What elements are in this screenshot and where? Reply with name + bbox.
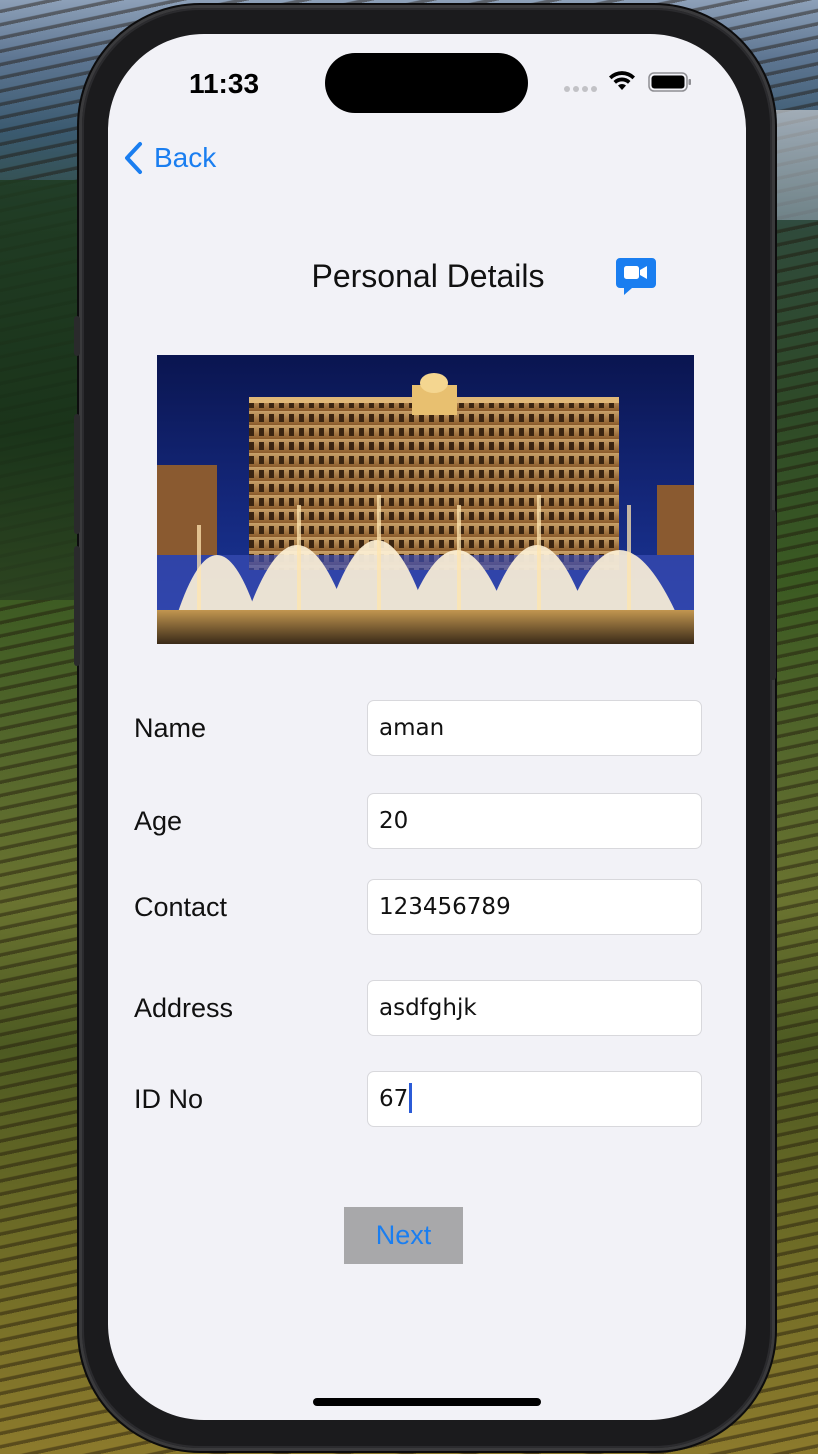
status-icons	[564, 70, 694, 96]
action-button	[74, 316, 80, 356]
form-row-contact: Contact 123456789	[108, 879, 746, 935]
id-no-value: 67	[379, 1086, 409, 1112]
contact-field[interactable]: 123456789	[367, 879, 702, 935]
contact-label: Contact	[134, 892, 228, 922]
battery-icon	[648, 72, 691, 92]
wifi-icon	[609, 71, 635, 90]
hotel-fountain-photo	[157, 355, 694, 644]
home-indicator	[313, 1398, 541, 1406]
power-button	[770, 510, 776, 680]
volume-up-button	[74, 414, 80, 534]
video-chat-icon[interactable]	[614, 254, 658, 298]
address-field[interactable]: asdfghjk	[367, 980, 702, 1036]
next-button[interactable]: Next	[344, 1207, 463, 1264]
form-row-address: Address asdfghjk	[108, 980, 746, 1036]
cellular-signal-icon	[564, 86, 598, 92]
name-label: Name	[134, 713, 207, 743]
name-field[interactable]: aman	[367, 700, 702, 756]
form-row-name: Name aman	[108, 700, 746, 756]
chevron-left-icon	[125, 142, 142, 174]
page-title: Personal Details	[311, 258, 545, 294]
back-label: Back	[154, 142, 217, 173]
form-row-id-no: ID No 67	[108, 1071, 746, 1127]
id-no-field[interactable]: 67	[367, 1071, 702, 1127]
age-field[interactable]: 20	[367, 793, 702, 849]
volume-down-button	[74, 546, 80, 666]
address-label: Address	[134, 993, 234, 1023]
back-button[interactable]: Back	[122, 138, 232, 178]
form-row-age: Age 20	[108, 793, 746, 849]
dynamic-island	[325, 53, 528, 113]
app-screen: 11:33 Back Personal Details Name aman Ag…	[108, 34, 746, 1420]
status-time: 11:33	[188, 68, 260, 99]
age-label: Age	[134, 806, 183, 836]
text-cursor	[409, 1082, 413, 1113]
id-no-label: ID No	[134, 1084, 204, 1114]
